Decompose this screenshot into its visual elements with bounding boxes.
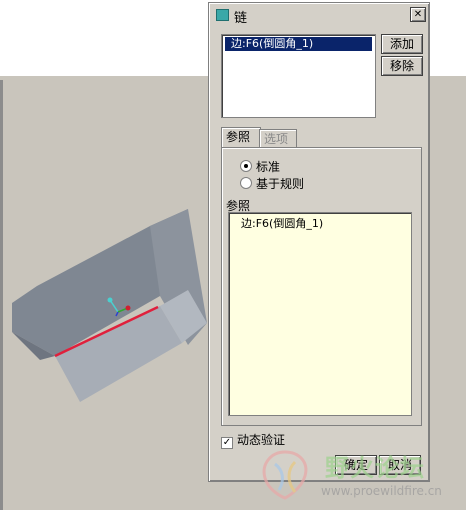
watermark-logo-icon	[262, 450, 308, 500]
radio-standard[interactable]: 标准	[240, 158, 280, 175]
dialog-app-icon	[216, 9, 229, 21]
watermark-url: www.proewildfire.cn	[321, 484, 442, 498]
add-button[interactable]: 添加	[381, 34, 423, 54]
dialog-titlebar[interactable]: 链 ✕	[212, 6, 426, 26]
radio-rule-indicator[interactable]	[240, 177, 252, 189]
triad-tip-x	[125, 305, 131, 311]
viewport-edge	[0, 80, 3, 510]
watermark-title: 野火论坛	[325, 454, 425, 482]
close-icon: ✕	[413, 9, 423, 20]
chain-dialog: 链 ✕ 边:F6(倒圆角_1) 添加 移除 参照 选项 标准 基于规则 参照 边…	[208, 2, 430, 482]
tab-options[interactable]: 选项	[259, 129, 297, 148]
tab-references[interactable]: 参照	[221, 127, 261, 148]
radio-standard-label: 标准	[256, 160, 281, 174]
close-button[interactable]: ✕	[410, 7, 426, 22]
dynamic-verify-label: 动态验证	[237, 433, 286, 447]
radio-standard-indicator[interactable]	[240, 160, 252, 172]
list-item-selected[interactable]: 边:F6(倒圆角_1)	[225, 37, 372, 51]
radio-rule-label: 基于规则	[256, 177, 305, 191]
triad-tip-y	[107, 297, 113, 303]
list-item[interactable]: 边:F6(倒圆角_1)	[241, 215, 323, 231]
radio-rule-based[interactable]: 基于规则	[240, 175, 304, 192]
watermark: 野火论坛 www.proewildfire.cn	[255, 446, 465, 506]
remove-button[interactable]: 移除	[381, 56, 423, 76]
references-tab-panel: 标准 基于规则 参照 边:F6(倒圆角_1)	[221, 147, 422, 426]
dialog-title: 链	[234, 11, 248, 26]
check-icon[interactable]: ✓	[221, 437, 233, 449]
chain-reference-list[interactable]: 边:F6(倒圆角_1)	[221, 34, 376, 118]
references-box[interactable]: 边:F6(倒圆角_1)	[228, 212, 412, 416]
